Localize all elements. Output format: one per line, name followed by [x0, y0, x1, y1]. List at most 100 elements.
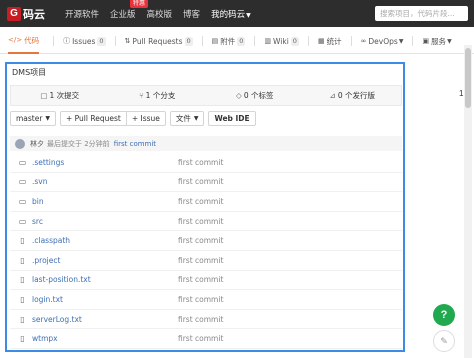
tab-divider — [350, 36, 352, 46]
project-title: DMS项目 — [12, 68, 47, 77]
file-name-link[interactable]: .classpath — [32, 236, 178, 245]
tab-code[interactable]: </> 代码 — [8, 29, 40, 54]
stats-icon: ▦ — [317, 37, 325, 45]
stat-branches[interactable]: ⑂ 1 个分支 — [109, 90, 207, 101]
nav-link-blog[interactable]: 博客 — [183, 8, 200, 20]
file-icon: ▯ — [20, 334, 25, 344]
branch-select[interactable]: master ▼ — [10, 111, 56, 126]
folder-icon: ▭ — [18, 216, 27, 226]
file-name-link[interactable]: bin — [32, 197, 178, 206]
file-row[interactable]: ▯ serverLog.txt first commit — [10, 310, 402, 330]
tab-label: Wiki — [273, 36, 289, 46]
file-row[interactable]: ▯ last-position.txt first commit — [10, 271, 402, 291]
stat-label: 1 个分支 — [145, 91, 176, 100]
file-icon: ▯ — [20, 294, 25, 304]
file-icon: ▯ — [20, 236, 25, 246]
branch-icon: ⑂ — [139, 91, 144, 100]
wiki-icon: ▥ — [264, 37, 272, 45]
tab-stats[interactable]: ▦ 统计 — [318, 29, 342, 54]
tab-divider — [53, 36, 55, 46]
scrollbar[interactable] — [464, 45, 472, 358]
chevron-down-icon: ▼ — [447, 37, 452, 45]
tab-label: 统计 — [326, 36, 342, 46]
tab-issues[interactable]: ⓘ Issues 0 — [63, 29, 106, 54]
file-commit-message[interactable]: first commit — [178, 158, 223, 167]
tab-divider — [412, 36, 414, 46]
tab-devops[interactable]: ∞ DevOps ▼ — [361, 29, 404, 54]
commit-message-link[interactable]: first commit — [114, 140, 156, 148]
file-menu-button[interactable]: 文件 ▼ — [169, 111, 205, 126]
nav-my-label: 我的码云 — [211, 9, 246, 20]
file-row[interactable]: ▭ bin first commit — [10, 192, 402, 212]
file-row[interactable]: ▭ .settings first commit — [10, 153, 402, 173]
tab-label: DevOps — [368, 36, 398, 46]
logo[interactable]: G 码云 — [7, 6, 45, 22]
stat-overflow: 1 — [459, 89, 464, 98]
commit-meta: 最后提交于 2分钟前 — [47, 139, 110, 148]
tab-attachments[interactable]: ▤ 附件 0 — [212, 29, 246, 54]
new-pull-request-button[interactable]: + Pull Request — [59, 111, 126, 126]
file-row[interactable]: ▯ wtmpx first commit — [10, 329, 402, 349]
scrollbar-thumb[interactable] — [465, 48, 471, 108]
nav-link-education[interactable]: 高校版 — [147, 8, 173, 20]
tab-label: 服务 — [431, 36, 447, 46]
file-commit-message[interactable]: first commit — [178, 275, 223, 284]
stat-commits[interactable]: ▢ 1 次提交 — [11, 90, 109, 101]
file-row[interactable]: ▭ .svn first commit — [10, 173, 402, 193]
nav-link-enterprise[interactable]: 企业版 特惠 — [110, 0, 149, 20]
issue-icon: ⓘ — [63, 37, 71, 45]
stat-releases[interactable]: ⊿ 0 个发行版 — [304, 90, 402, 101]
file-commit-message[interactable]: first commit — [178, 256, 223, 265]
nav-link-opensource[interactable]: 开源软件 — [65, 8, 99, 20]
file-row[interactable]: ▯ .project first commit — [10, 251, 402, 271]
stat-label: 1 次提交 — [49, 91, 80, 100]
file-name-link[interactable]: .svn — [32, 177, 178, 186]
last-commit-bar: 林夕 最后提交于 2分钟前 first commit — [10, 136, 402, 151]
code-icon: </> — [8, 36, 23, 44]
tab-wiki[interactable]: ▥ Wiki 0 — [264, 29, 299, 54]
file-row[interactable]: ▯ .classpath first commit — [10, 231, 402, 251]
file-icon: ▯ — [20, 314, 25, 324]
file-name-link[interactable]: wtmpx — [32, 334, 178, 343]
file-name-link[interactable]: src — [32, 217, 178, 226]
top-navbar: G 码云 开源软件 企业版 特惠 高校版 博客 我的码云▼ 搜索项目，代码片段.… — [0, 0, 474, 27]
tab-divider — [114, 36, 116, 46]
file-name-link[interactable]: .project — [32, 256, 178, 265]
file-commit-message[interactable]: first commit — [178, 295, 223, 304]
search-input[interactable]: 搜索项目，代码片段... — [375, 6, 468, 21]
tab-divider — [254, 36, 256, 46]
file-commit-message[interactable]: first commit — [178, 315, 223, 324]
feedback-button[interactable]: ✎ — [433, 330, 455, 352]
tab-pull-requests[interactable]: ⇅ Pull Requests 0 — [125, 29, 193, 54]
edit-icon: ✎ — [440, 335, 448, 346]
file-menu-label: 文件 — [175, 114, 191, 123]
file-commit-message[interactable]: first commit — [178, 236, 223, 245]
nav-my-dropdown[interactable]: 我的码云▼ — [211, 8, 251, 20]
chevron-down-icon: ▼ — [246, 11, 251, 19]
file-list: ▭ .settings first commit ▭ .svn first commit ▭… — [10, 153, 402, 349]
file-name-link[interactable]: login.txt — [32, 295, 178, 304]
repo-toolbar: master ▼ + Pull Request + Issue 文件 ▼ Web… — [10, 111, 260, 126]
file-row[interactable]: ▭ src first commit — [10, 212, 402, 232]
new-issue-button[interactable]: + Issue — [125, 111, 166, 126]
project-panel: DMS项目 ▢ 1 次提交 ⑂ 1 个分支 ◇ 0 个标签 ⊿ 0 个发行版 maste… — [5, 62, 405, 352]
tab-label: Pull Requests — [132, 36, 183, 46]
pull-request-icon: ⇅ — [124, 37, 131, 45]
file-name-link[interactable]: .settings — [32, 158, 178, 167]
file-commit-message[interactable]: first commit — [178, 197, 223, 206]
avatar[interactable] — [15, 138, 25, 149]
file-name-link[interactable]: last-position.txt — [32, 275, 178, 284]
stat-tags[interactable]: ◇ 0 个标签 — [206, 90, 304, 101]
commit-author[interactable]: 林夕 — [30, 139, 44, 149]
help-button[interactable]: ? — [433, 304, 455, 326]
file-commit-message[interactable]: first commit — [178, 334, 223, 343]
chevron-down-icon: ▼ — [43, 115, 50, 122]
file-commit-message[interactable]: first commit — [178, 217, 223, 226]
file-row[interactable]: ▯ login.txt first commit — [10, 290, 402, 310]
release-icon: ⊿ — [329, 91, 336, 100]
file-commit-message[interactable]: first commit — [178, 177, 223, 186]
file-name-link[interactable]: serverLog.txt — [32, 315, 178, 324]
tab-service[interactable]: ▣ 服务 ▼ — [422, 29, 451, 54]
web-ide-button[interactable]: Web IDE — [208, 111, 256, 126]
project-stats-bar: ▢ 1 次提交 ⑂ 1 个分支 ◇ 0 个标签 ⊿ 0 个发行版 — [10, 85, 402, 106]
